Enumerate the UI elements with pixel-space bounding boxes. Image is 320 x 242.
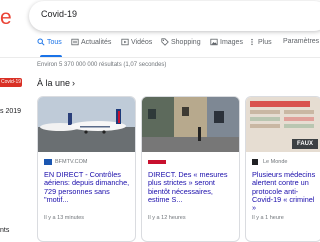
search-tabs: Tous Actualités Vidéos Shopping Images P… (29, 38, 320, 56)
tab-all-label: Tous (47, 38, 62, 46)
tabs-divider (0, 57, 320, 58)
search-icon (37, 38, 45, 46)
tab-news[interactable]: Actualités (71, 38, 111, 46)
airplane-photo (38, 97, 135, 152)
card-source: Le Monde (252, 159, 287, 165)
street-photo (142, 97, 239, 152)
publisher-logo-icon (148, 160, 166, 164)
tab-images-label: Images (220, 38, 243, 46)
top-stories-title: À la une (37, 78, 71, 88)
tab-images[interactable]: Images (210, 38, 243, 46)
card-source: BFMTV.COM (44, 159, 88, 165)
card-headline[interactable]: DIRECT. Des « mesures plus strictes » se… (148, 170, 236, 204)
news-card[interactable]: BFMTV.COM EN DIRECT - Contrôles aériens:… (37, 96, 136, 242)
news-icon (71, 38, 79, 46)
tab-settings[interactable]: Paramètres (283, 38, 319, 45)
bfmtv-logo-icon (44, 159, 52, 165)
search-input[interactable] (39, 8, 303, 20)
card-time: Il y a 12 heures (148, 215, 186, 221)
card-time: Il y a 13 minutes (44, 215, 85, 221)
chevron-right-icon: › (72, 78, 76, 88)
news-card[interactable]: FAUX Le Monde Plusieurs médecins alerten… (245, 96, 320, 242)
tab-all[interactable]: Tous (37, 38, 62, 46)
left-panel-text-2: nts (0, 227, 10, 234)
card-source-label: BFMTV.COM (55, 159, 88, 165)
fact-check-overlay: FAUX (292, 139, 318, 149)
card-time: Il y a 1 heure (252, 215, 284, 221)
google-logo-fragment[interactable]: e (0, 6, 12, 30)
tab-shopping-label: Shopping (171, 38, 201, 46)
le-monde-logo-icon (252, 159, 258, 165)
more-icon (251, 38, 253, 46)
top-stories-heading: À la une › (37, 78, 75, 88)
card-source (148, 159, 169, 165)
tab-shopping[interactable]: Shopping (161, 38, 201, 46)
result-stats: Environ 5 370 000 000 résultats (1,07 se… (37, 62, 167, 68)
tab-videos[interactable]: Vidéos (121, 38, 152, 46)
card-headline[interactable]: EN DIRECT - Contrôles aériens: depuis di… (44, 170, 132, 204)
tab-settings-label: Paramètres (283, 38, 320, 45)
video-icon (121, 38, 129, 46)
tab-videos-label: Vidéos (131, 38, 153, 46)
news-card[interactable]: DIRECT. Des « mesures plus strictes » se… (141, 96, 240, 242)
covid-alert-badge[interactable]: Covid-19 (0, 78, 22, 87)
tab-more[interactable]: Plus (248, 38, 272, 46)
card-source-label: Le Monde (263, 159, 288, 165)
image-icon (210, 38, 218, 46)
tab-news-label: Actualités (81, 38, 112, 46)
left-panel-text-1: s 2019 (0, 108, 22, 115)
tab-more-label: Plus (258, 38, 272, 46)
card-headline[interactable]: Plusieurs médecins alertent contre un pr… (252, 170, 318, 212)
tag-icon (161, 38, 169, 46)
search-box[interactable] (29, 1, 320, 31)
